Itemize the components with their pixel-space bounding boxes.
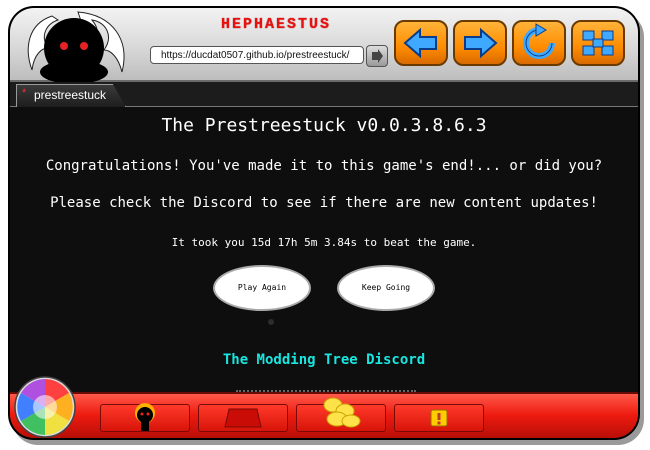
discord-notice-text: Please check the Discord to see if there… [50, 195, 598, 211]
go-arrow-icon [372, 49, 383, 63]
alert-button[interactable] [394, 404, 484, 432]
page-title: The Prestreestuck v0.0.3.8.6.3 [161, 115, 487, 136]
forward-button[interactable] [453, 20, 507, 66]
address-bar[interactable]: https://ducdat0507.github.io/prestreestu… [150, 46, 364, 64]
play-again-button[interactable]: Play Again [213, 265, 311, 311]
title-bar: HEPHAESTUS https://ducdat0507.github.io/… [10, 8, 638, 84]
color-wheel-icon[interactable] [14, 376, 76, 438]
congrats-text: Congratulations! You've made it to this … [45, 158, 603, 174]
completion-time-text: It took you 15d 17h 5m 3.84s to beat the… [171, 236, 477, 249]
character-button[interactable] [100, 403, 190, 432]
divider-dot [268, 319, 274, 325]
character-icon [135, 403, 155, 431]
browser-window: HEPHAESTUS https://ducdat0507.github.io/… [8, 6, 640, 440]
grid-icon [582, 30, 614, 56]
avatar [18, 10, 138, 90]
tab-label: prestreestuck [34, 88, 107, 102]
coins-button[interactable] [296, 397, 386, 432]
tab-modified-icon: * [22, 87, 27, 99]
keep-going-button[interactable]: Keep Going [337, 265, 435, 311]
page-content: The Prestreestuck v0.0.3.8.6.3 Congratul… [10, 107, 638, 392]
tab-prestreestuck[interactable]: * prestreestuck [16, 84, 126, 107]
refresh-icon [523, 23, 555, 59]
app-brand: HEPHAESTUS [220, 16, 331, 33]
home-button[interactable] [571, 20, 625, 66]
coins-icon [323, 397, 361, 428]
refresh-button[interactable] [512, 20, 566, 66]
alert-icon [430, 409, 448, 427]
discord-link[interactable]: The Modding Tree Discord [10, 352, 638, 368]
folder-button[interactable] [198, 404, 288, 432]
arrow-right-icon [464, 27, 498, 59]
tab-bar: * prestreestuck [10, 82, 638, 107]
go-button[interactable] [366, 45, 388, 67]
back-button[interactable] [394, 20, 448, 66]
folder-icon [224, 408, 262, 428]
bottom-toolbar [10, 392, 638, 438]
arrow-left-icon [403, 27, 437, 59]
